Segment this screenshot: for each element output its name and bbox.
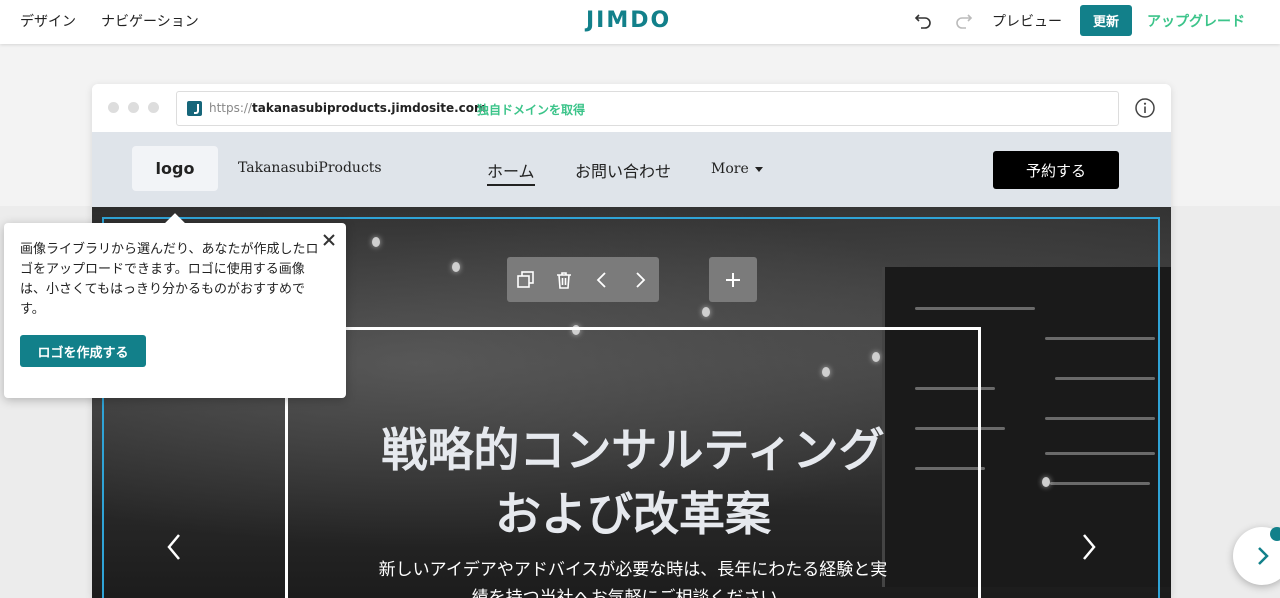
- undo-icon[interactable]: [913, 9, 935, 31]
- jimdo-logo[interactable]: JIMDO: [586, 8, 671, 33]
- trash-icon: [557, 271, 571, 289]
- slider-prev-arrow[interactable]: [164, 532, 184, 562]
- chevron-right-icon: [636, 271, 646, 288]
- url-protocol: https://: [209, 101, 253, 115]
- window-dot: [108, 102, 119, 113]
- nav-more-label: More: [711, 161, 749, 177]
- hero-title[interactable]: 戦略的コンサルティング および改革案: [288, 418, 978, 546]
- info-icon[interactable]: [1134, 97, 1156, 119]
- preview-button[interactable]: プレビュー: [992, 11, 1062, 31]
- chevron-right-icon: [1083, 534, 1096, 560]
- chevron-left-icon: [596, 271, 606, 288]
- editor-topbar: デザイン ナビゲーション JIMDO プレビュー 更新 アップグレード: [0, 0, 1280, 44]
- logo-placeholder[interactable]: logo: [132, 146, 218, 191]
- book-button[interactable]: 予約する: [993, 151, 1119, 189]
- window-dot: [148, 102, 159, 113]
- hero-title-line: および改革案: [495, 487, 771, 541]
- url-text: https://takanasubiproducts.jimdosite.com: [209, 101, 487, 115]
- add-block-button[interactable]: [709, 257, 757, 302]
- chevron-right-icon: [1258, 547, 1269, 565]
- plus-icon: [726, 272, 740, 287]
- window-dot: [128, 102, 139, 113]
- upgrade-link[interactable]: アップグレード: [1147, 11, 1245, 31]
- next-layout-button[interactable]: [621, 257, 659, 302]
- notification-dot: [1270, 527, 1280, 541]
- slider-next-arrow[interactable]: [1079, 532, 1099, 562]
- redo-icon[interactable]: [952, 9, 974, 31]
- create-logo-button[interactable]: ロゴを作成する: [20, 335, 146, 367]
- chevron-left-icon: [167, 534, 180, 560]
- hero-subtitle-line: 新しいアイデアやアドバイスが必要な時は、長年にわたる経験と実: [378, 560, 888, 580]
- site-header: logo TakanasubiProducts ホーム お問い合わせ More …: [92, 132, 1171, 207]
- get-domain-link[interactable]: 独自ドメインを取得: [477, 101, 585, 118]
- caret-down-icon: [754, 166, 763, 172]
- hero-subtitle[interactable]: 新しいアイデアやアドバイスが必要な時は、長年にわたる経験と実 績を持つ当社へお気…: [328, 556, 938, 598]
- duplicate-button[interactable]: [507, 257, 545, 302]
- url-host: takanasubiproducts.jimdosite.com: [252, 101, 487, 115]
- hero-subtitle-line: 績を持つ当社へお気軽にご相談ください。: [471, 588, 795, 598]
- nav-home[interactable]: ホーム: [487, 158, 535, 186]
- close-icon[interactable]: [321, 232, 337, 248]
- navigation-menu[interactable]: ナビゲーション: [101, 11, 199, 31]
- update-button[interactable]: 更新: [1080, 5, 1132, 36]
- block-toolbar: [507, 257, 659, 302]
- design-menu[interactable]: デザイン: [20, 11, 76, 31]
- browser-chrome: https://takanasubiproducts.jimdosite.com…: [92, 84, 1171, 132]
- hero-title-line: 戦略的コンサルティング: [381, 423, 885, 477]
- site-name[interactable]: TakanasubiProducts: [238, 160, 382, 176]
- nav-more-dropdown[interactable]: More: [711, 161, 763, 177]
- delete-button[interactable]: [545, 257, 583, 302]
- previous-layout-button[interactable]: [583, 257, 621, 302]
- jimdo-favicon-icon: [187, 101, 202, 116]
- logo-tip-popover: 画像ライブラリから選んだり、あなたが作成したロゴをアップロードできます。ロゴに使…: [4, 223, 346, 398]
- popover-text: 画像ライブラリから選んだり、あなたが作成したロゴをアップロードできます。ロゴに使…: [20, 242, 319, 317]
- nav-contact[interactable]: お問い合わせ: [575, 158, 671, 182]
- duplicate-icon: [517, 270, 534, 288]
- hero-text-box[interactable]: 戦略的コンサルティング および改革案 新しいアイデアやアドバイスが必要な時は、長…: [285, 327, 981, 598]
- url-bar: https://takanasubiproducts.jimdosite.com…: [176, 91, 1119, 126]
